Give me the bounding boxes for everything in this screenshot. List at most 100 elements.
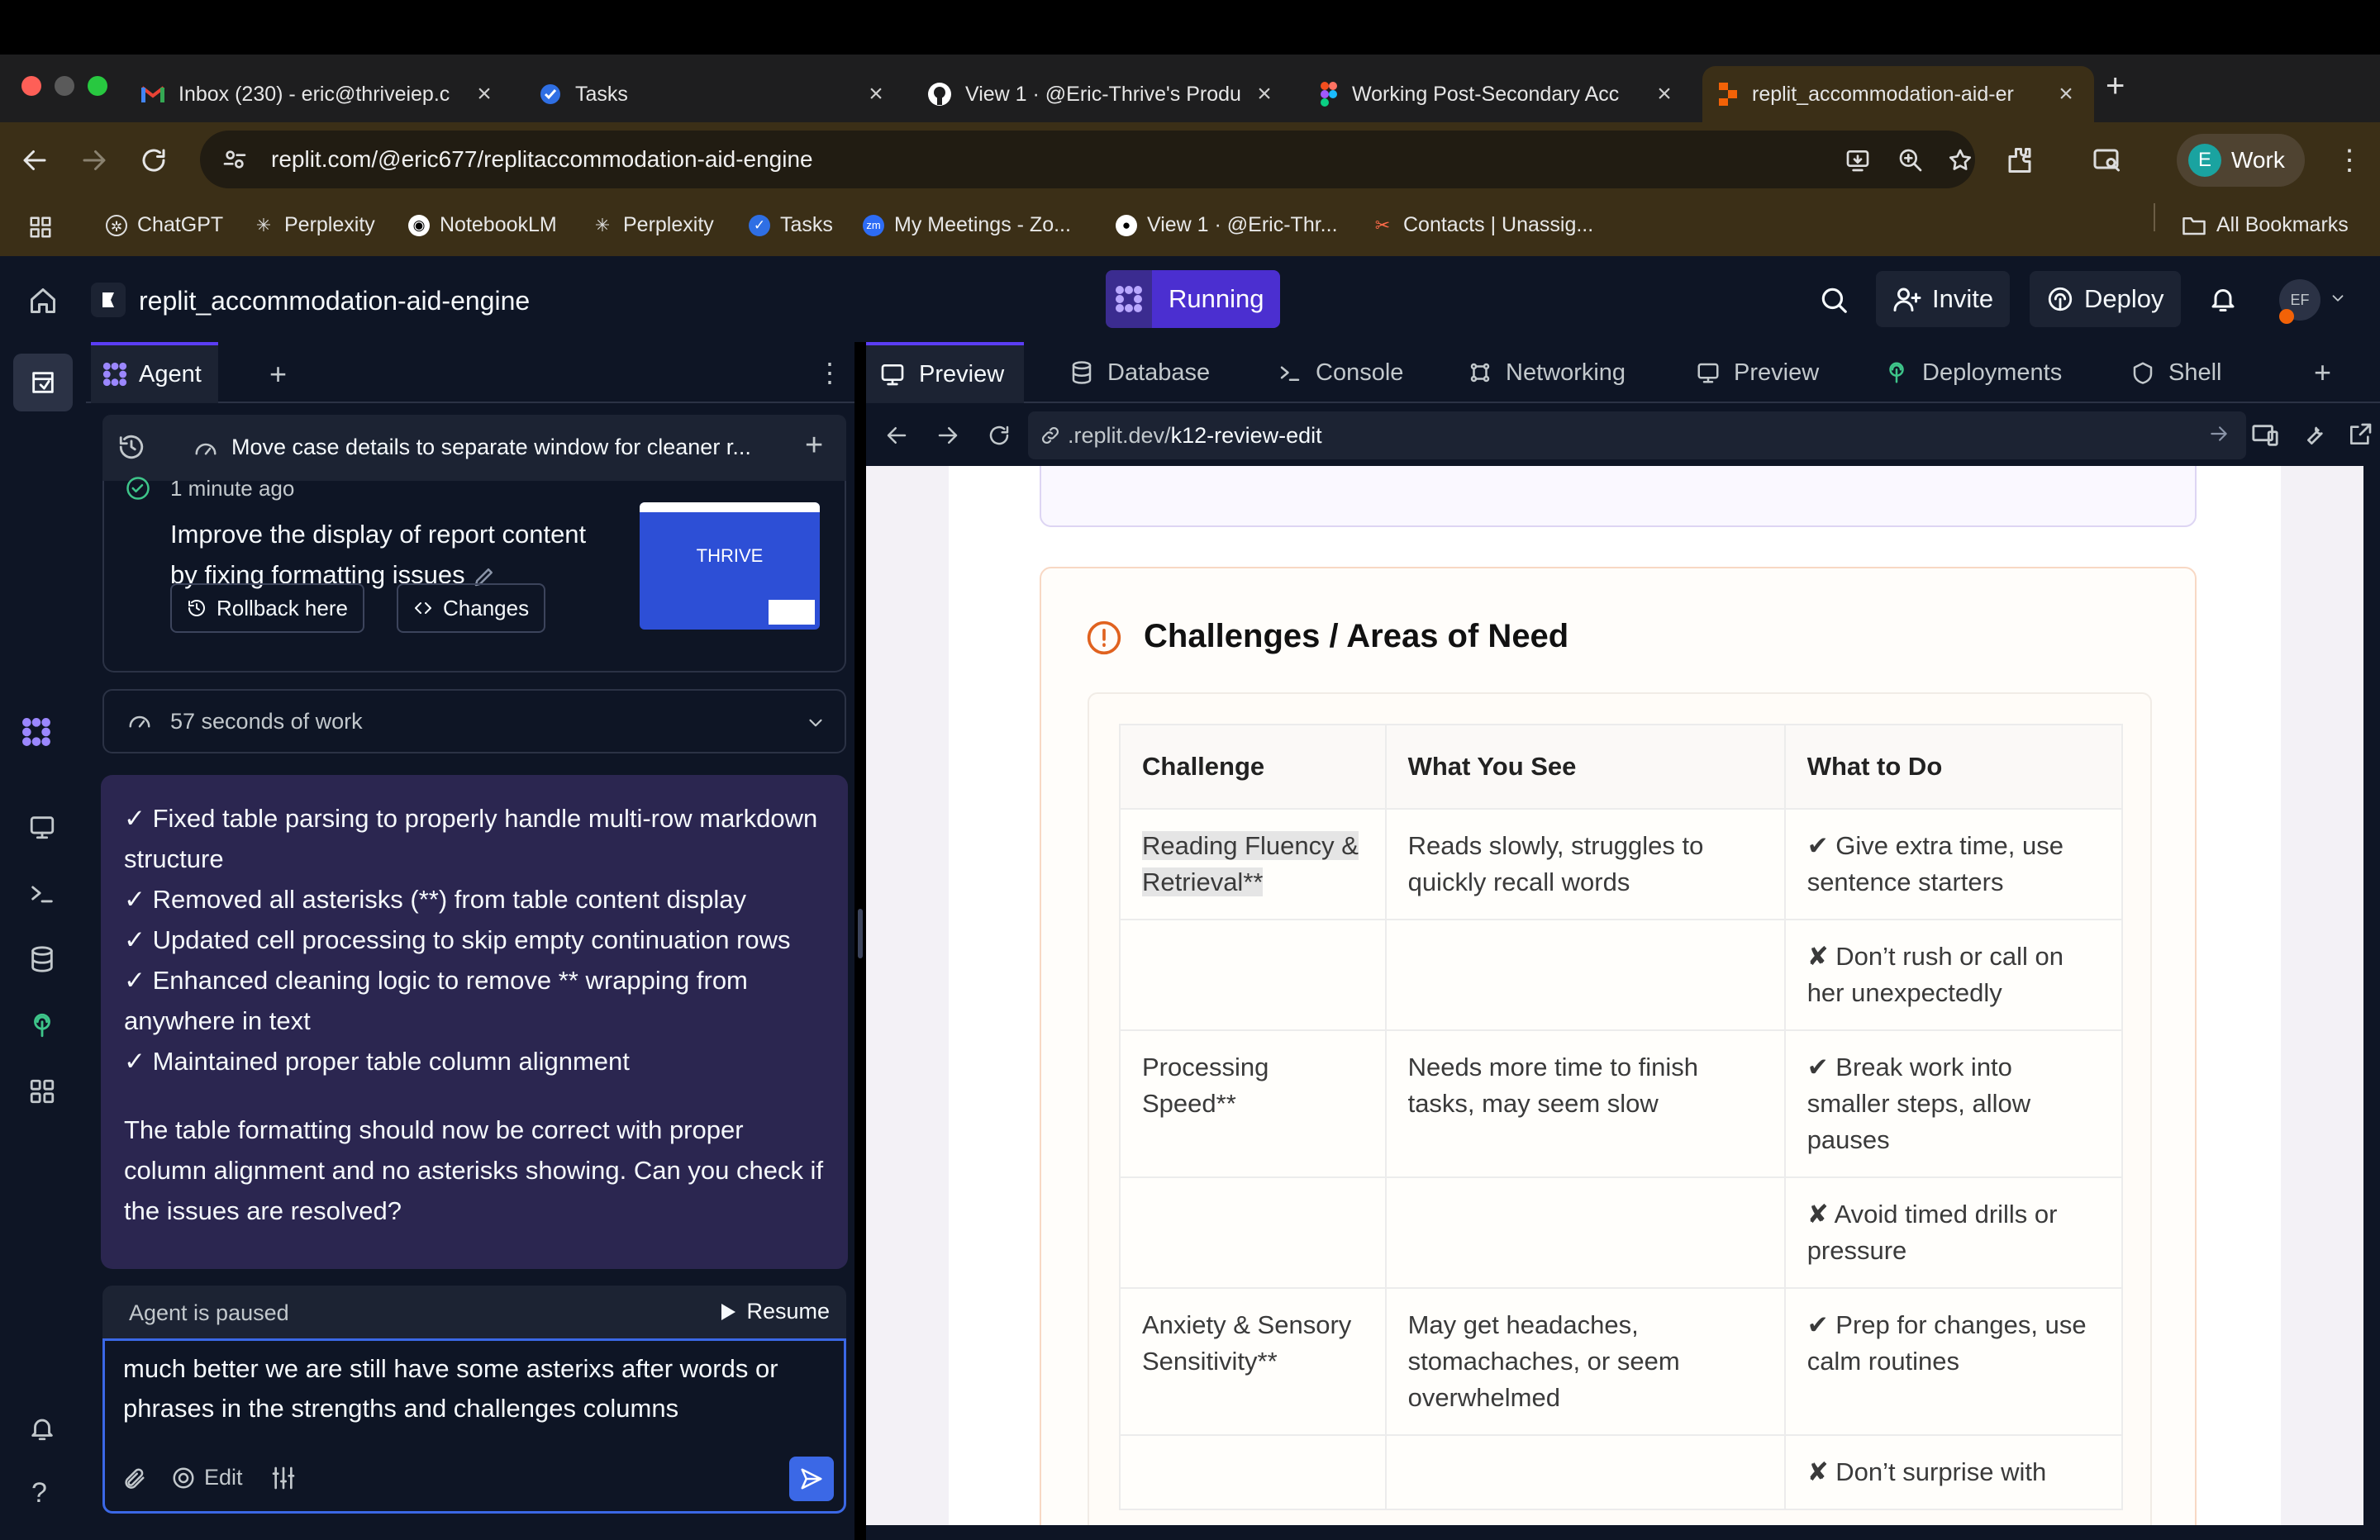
- gmail-icon: [140, 84, 165, 104]
- extensions-icon[interactable]: [2005, 145, 2035, 175]
- table-row: ✘ Don’t surprise with: [1119, 1434, 2124, 1510]
- invite-button[interactable]: Invite: [1876, 271, 2011, 327]
- webview-icon[interactable]: [28, 813, 56, 841]
- help-icon[interactable]: ?: [31, 1477, 47, 1509]
- home-icon[interactable]: [28, 286, 58, 316]
- tab-console[interactable]: Console: [1278, 342, 1403, 403]
- table-cell: ✘ Don’t surprise with: [1783, 1434, 2124, 1510]
- back-icon[interactable]: [20, 145, 50, 175]
- bookmark-contacts[interactable]: ✂ Contacts | Unassig...: [1372, 213, 1593, 237]
- close-icon[interactable]: ×: [864, 80, 888, 108]
- work-summary[interactable]: 57 seconds of work: [102, 689, 846, 753]
- add-tab-icon[interactable]: +: [2314, 355, 2331, 390]
- bookmark-notebooklm[interactable]: ◉ NotebookLM: [408, 213, 557, 237]
- chevron-down-icon[interactable]: [2329, 289, 2347, 307]
- browser-tab-replit[interactable]: replit_accommodation-aid-er ×: [1702, 66, 2094, 122]
- deployments-icon[interactable]: [28, 1011, 56, 1039]
- devtools-wrench-icon[interactable]: [2301, 421, 2327, 448]
- deploy-label: Deploy: [2084, 284, 2164, 313]
- open-new-window-icon[interactable]: [2347, 421, 2373, 448]
- browser-tab-figma[interactable]: Working Post-Secondary Acc ×: [1304, 66, 1692, 122]
- bookmark-github[interactable]: ● View 1 · @Eric-Thr...: [1116, 213, 1338, 237]
- back-icon[interactable]: [884, 423, 909, 448]
- close-icon[interactable]: ×: [1253, 80, 1276, 108]
- browser-tab-tasks[interactable]: Tasks ×: [522, 66, 904, 122]
- bookmark-chatgpt[interactable]: ✲ ChatGPT: [106, 213, 223, 237]
- tab-deployments[interactable]: Deployments: [1884, 342, 2062, 403]
- history-icon[interactable]: [117, 433, 145, 461]
- site-settings-icon[interactable]: [221, 146, 248, 173]
- bookmark-perplexity-2[interactable]: ✳ Perplexity: [592, 213, 714, 237]
- github-icon: ●: [1116, 214, 1137, 236]
- bookmark-label: NotebookLM: [440, 213, 557, 236]
- run-button[interactable]: Running: [1106, 270, 1281, 328]
- deploy-button[interactable]: Deploy: [2030, 271, 2181, 327]
- browser-menu-icon[interactable]: ⋮: [2335, 144, 2363, 177]
- bell-icon[interactable]: [2208, 284, 2238, 314]
- bookmark-zoom[interactable]: zm My Meetings - Zo...: [863, 213, 1071, 237]
- tab-shell[interactable]: Shell: [2130, 342, 2222, 403]
- edit-mode-button[interactable]: Edit: [171, 1465, 243, 1490]
- address-bar[interactable]: replit.com/@eric677/replitaccommodation-…: [200, 131, 1975, 188]
- close-icon[interactable]: ×: [2054, 80, 2078, 108]
- close-icon[interactable]: ×: [473, 80, 496, 108]
- settings-sliders-icon[interactable]: [270, 1465, 297, 1491]
- panel-resize-handle[interactable]: [858, 909, 863, 958]
- forward-icon[interactable]: [935, 423, 960, 448]
- close-window-button[interactable]: [21, 76, 41, 96]
- preview-url-bar[interactable]: .replit.dev/k12-review-edit: [1028, 411, 2246, 459]
- thread-title[interactable]: Move case details to separate window for…: [231, 435, 751, 460]
- all-tools-icon[interactable]: [28, 1077, 56, 1105]
- file-tree-icon[interactable]: [13, 354, 73, 411]
- close-icon[interactable]: ×: [1653, 80, 1676, 108]
- play-icon: [720, 1303, 736, 1321]
- minimize-window-button[interactable]: [55, 76, 74, 96]
- tab-label: Console: [1316, 359, 1404, 386]
- tab-preview-2[interactable]: Preview: [1696, 342, 1819, 403]
- checkpoint-thumbnail[interactable]: THRIVE: [640, 502, 820, 630]
- new-tab-button[interactable]: +: [2106, 68, 2125, 105]
- more-options-icon[interactable]: ⋮: [816, 357, 843, 388]
- console-icon[interactable]: [28, 879, 56, 907]
- changes-button[interactable]: Changes: [397, 583, 546, 633]
- resume-button[interactable]: Resume: [720, 1299, 830, 1324]
- column-header: Challenge: [1119, 724, 1387, 810]
- send-button[interactable]: [789, 1457, 834, 1501]
- search-icon[interactable]: [1818, 284, 1849, 316]
- apps-grid-icon[interactable]: [28, 215, 53, 240]
- tab-search-icon[interactable]: [2092, 145, 2122, 175]
- perplexity-icon: ✳: [594, 214, 611, 235]
- agent-input[interactable]: much better we are still have some aster…: [102, 1338, 846, 1514]
- reload-icon[interactable]: [139, 145, 169, 175]
- bookmark-perplexity[interactable]: ✳ Perplexity: [253, 213, 375, 237]
- project-name[interactable]: replit_accommodation-aid-engine: [139, 286, 530, 316]
- forward-icon[interactable]: [79, 145, 109, 175]
- attach-icon[interactable]: [121, 1466, 146, 1491]
- maximize-window-button[interactable]: [88, 76, 107, 96]
- profile-button[interactable]: E Work: [2177, 134, 2305, 187]
- rollback-button[interactable]: Rollback here: [170, 583, 364, 633]
- table-cell: Anxiety & Sensory Sensitivity**: [1119, 1287, 1387, 1436]
- new-thread-icon[interactable]: +: [805, 428, 823, 463]
- tab-database[interactable]: Database: [1069, 342, 1210, 403]
- zoom-icon[interactable]: [1897, 147, 1924, 173]
- tab-preview[interactable]: Preview: [866, 342, 1025, 403]
- browser-tab-github[interactable]: View 1 · @Eric-Thrive's Produ ×: [911, 66, 1292, 122]
- bookmark-tasks[interactable]: ✓ Tasks: [749, 213, 833, 237]
- tab-networking[interactable]: Networking: [1468, 342, 1626, 403]
- agent-sidebar-icon[interactable]: [21, 717, 51, 747]
- all-bookmarks-button[interactable]: All Bookmarks: [2182, 213, 2349, 237]
- devices-icon[interactable]: [2251, 421, 2279, 449]
- chevron-down-icon[interactable]: [805, 712, 826, 734]
- tab-label: Preview: [919, 360, 1005, 387]
- tab-agent[interactable]: Agent: [91, 342, 218, 403]
- reload-icon[interactable]: [987, 423, 1011, 448]
- message-bullet: ✓ Removed all asterisks (**) from table …: [124, 885, 747, 914]
- alerts-icon[interactable]: [28, 1414, 56, 1443]
- go-icon[interactable]: [2208, 423, 2230, 444]
- database-icon[interactable]: [28, 945, 56, 973]
- install-app-icon[interactable]: [1844, 147, 1871, 173]
- add-tab-icon[interactable]: +: [269, 357, 287, 392]
- browser-tab-gmail[interactable]: Inbox (230) - eric@thriveiep.c ×: [124, 66, 512, 122]
- bookmark-star-icon[interactable]: [1947, 147, 1973, 173]
